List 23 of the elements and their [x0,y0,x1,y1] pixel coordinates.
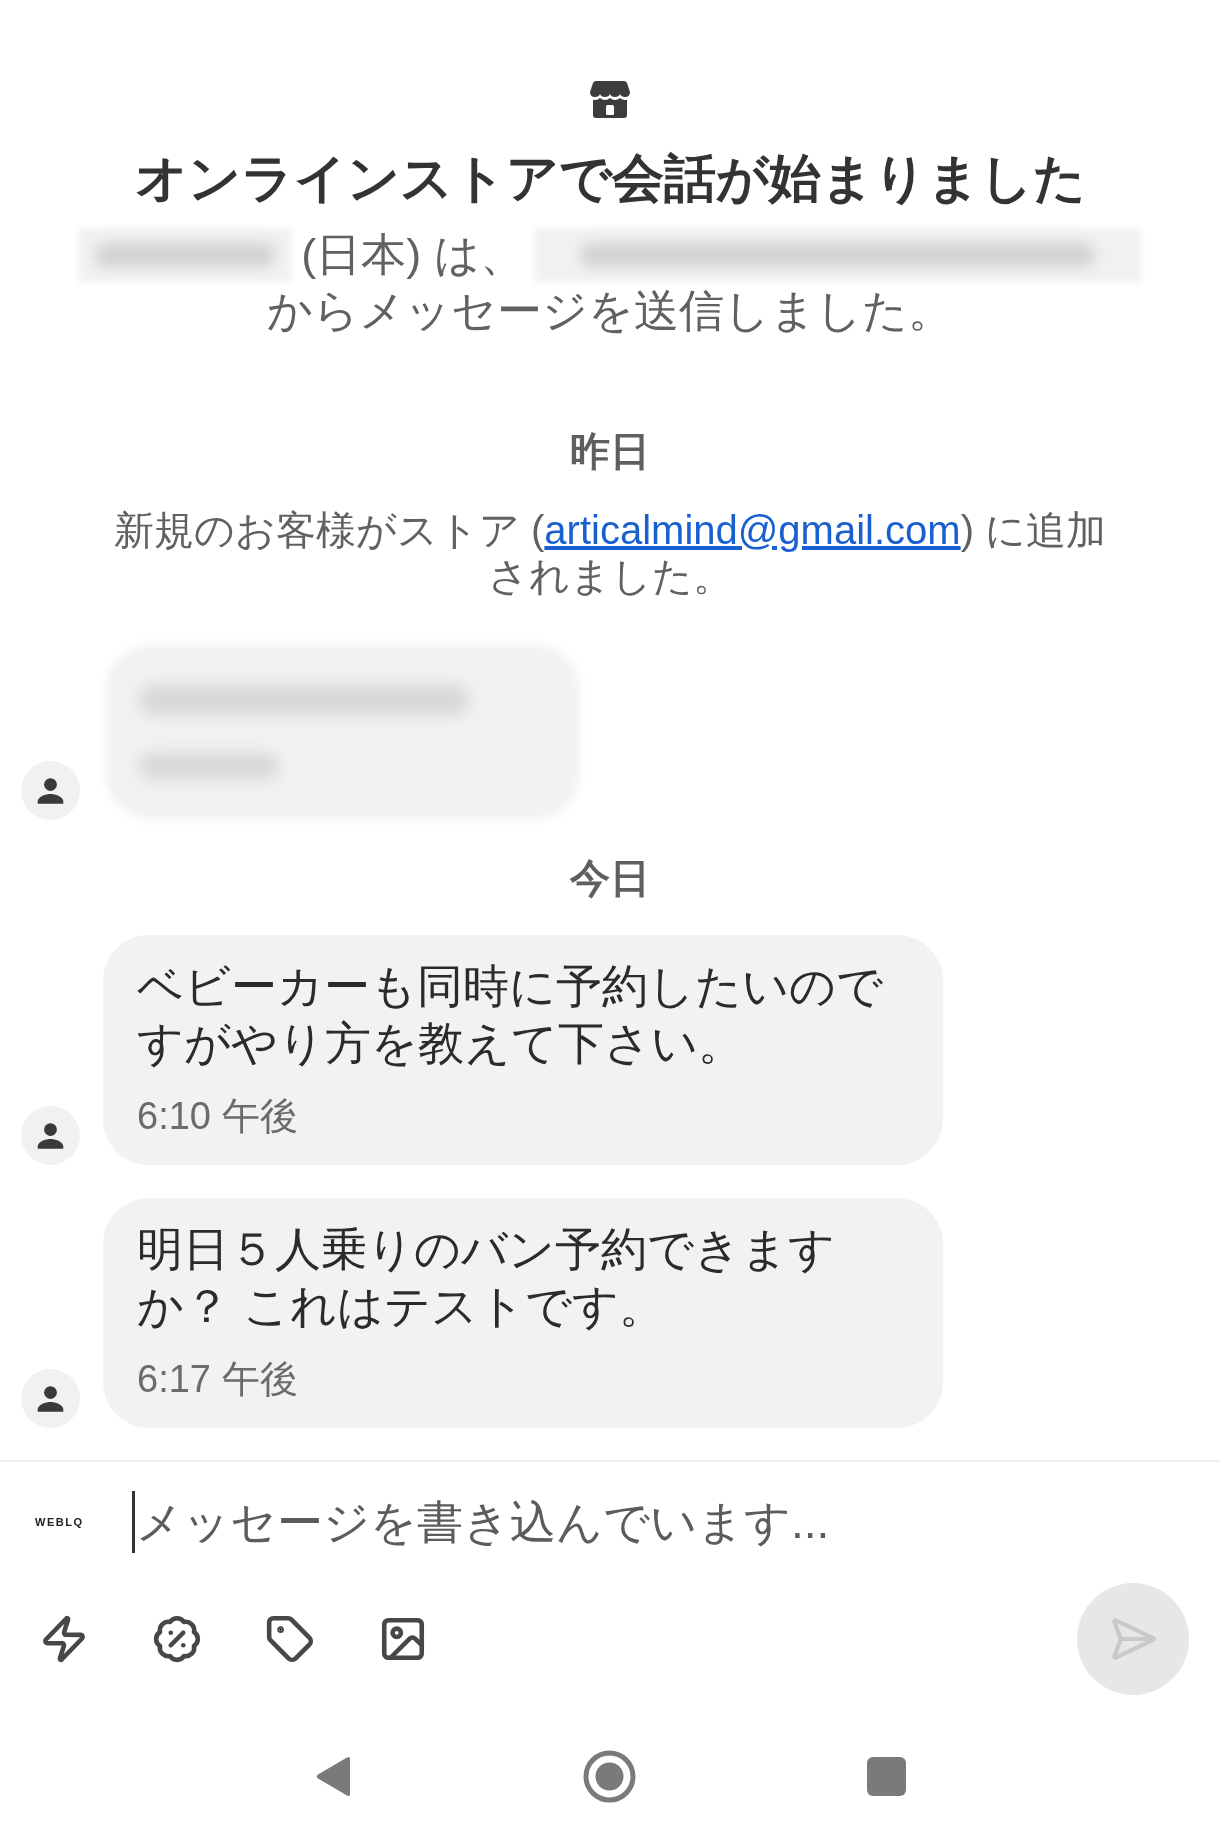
message-text: ベビーカーも同時に予約したいのですがやり方を教えて下さい。 [137,959,884,1071]
email-link[interactable]: articalmind@gmail.com [544,508,961,552]
message-input[interactable]: メッセージを書き込んでいます... [136,1491,1190,1553]
subtitle-text: からメッセージを送信しました。 [267,284,953,338]
avatar-icon [21,761,80,820]
date-separator: 昨日 [570,428,650,475]
avatar-icon [21,1106,80,1165]
subtitle-text: (日本) は、 [301,228,525,282]
message-text: 明日５人乗りのバン予約できますか？ これはテストです。 [137,1222,836,1334]
discount-badge-icon[interactable] [152,1614,202,1664]
home-icon[interactable] [582,1749,636,1803]
recents-icon[interactable] [866,1756,906,1796]
back-icon[interactable] [314,1755,352,1797]
avatar-icon [21,1369,80,1428]
text-cursor-icon [132,1491,135,1553]
tag-icon[interactable] [265,1614,315,1664]
brand-logo: WEBLQ [35,1516,85,1528]
system-message: 新規のお客様がストア (articalmind@gmail.com) に追加されました。 [112,507,1108,599]
message-time: 6:10 午後 [137,1094,299,1139]
conversation-title: オンラインストアで会話が始まりました [134,148,1086,209]
store-icon [590,79,630,119]
message-time: 6:17 午後 [137,1357,299,1402]
date-separator: 今日 [570,855,650,902]
